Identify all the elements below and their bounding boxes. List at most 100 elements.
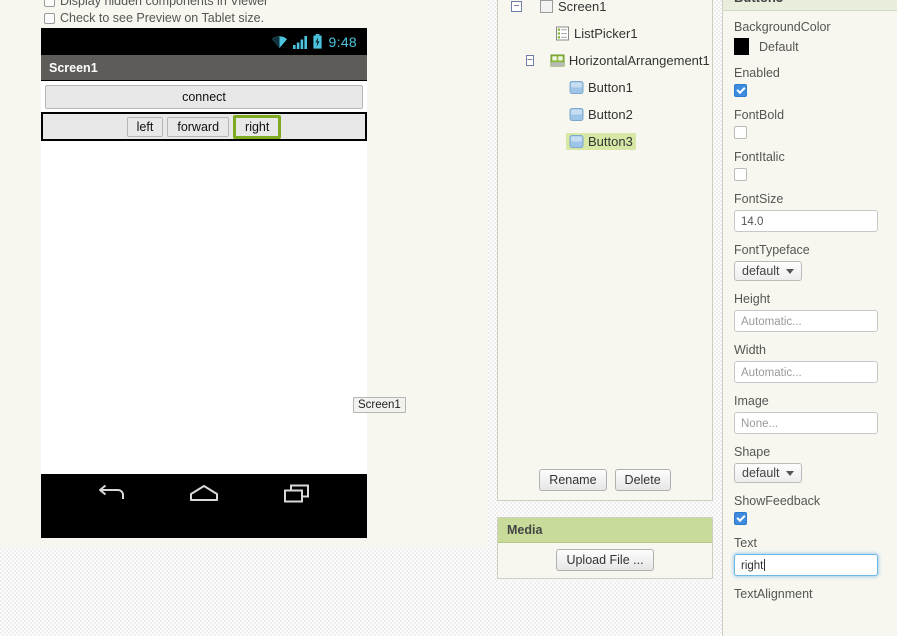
fontsize-input[interactable]: 14.0 <box>734 210 878 232</box>
tree-row-listpicker1[interactable]: ListPicker1 <box>498 20 712 47</box>
checkbox-display-hidden-components[interactable] <box>44 0 55 7</box>
checkbox-row-display-hidden[interactable]: Display hidden components in Viewer <box>0 0 268 8</box>
checkbox-tablet-preview[interactable] <box>44 12 55 24</box>
text-cursor <box>764 559 766 571</box>
tree-row-button3[interactable]: Button3 <box>498 128 712 155</box>
properties-panel-title: Button3 <box>723 0 897 11</box>
shape-dropdown[interactable]: default <box>734 463 802 483</box>
chevron-down-icon <box>785 268 794 274</box>
height-input[interactable]: Automatic... <box>734 310 878 332</box>
android-status-bar: 9:48 <box>41 28 367 55</box>
phone-mockup: 9:48 Screen1 connect left forward right <box>41 28 367 538</box>
signal-bars-icon <box>292 35 307 49</box>
property-label-fonttypeface: FontTypeface <box>734 243 810 257</box>
background-color-picker[interactable]: Default <box>734 38 886 55</box>
text-input[interactable]: right <box>734 554 878 576</box>
tree-node-screen1[interactable]: Screen1 <box>536 0 609 15</box>
screen1-tooltip: Screen1 <box>353 397 406 413</box>
tree-label-button1: Button1 <box>588 80 633 95</box>
property-label-height: Height <box>734 292 771 306</box>
preview-button-right-selected[interactable]: right <box>233 114 282 139</box>
delete-button[interactable]: Delete <box>614 469 671 491</box>
fonttypeface-value: default <box>742 264 780 278</box>
back-icon[interactable] <box>96 483 126 505</box>
android-nav-bar <box>41 474 367 514</box>
shape-value: default <box>742 466 780 480</box>
listpicker-connect-button[interactable]: connect <box>45 85 363 109</box>
recents-icon[interactable] <box>282 483 312 505</box>
property-shape: Shape default <box>734 445 886 483</box>
enabled-checkbox[interactable] <box>734 84 747 97</box>
horizontal-arrangement-preview[interactable]: left forward right <box>41 112 367 141</box>
property-label-background-color: BackgroundColor <box>734 20 831 34</box>
properties-list: BackgroundColor Default Enabled FontBold… <box>723 11 897 576</box>
checkbox-label-display-hidden: Display hidden components in Viewer <box>60 0 269 8</box>
media-panel: Media Upload File ... <box>497 517 713 579</box>
preview-button-forward[interactable]: forward <box>167 116 230 137</box>
preview-button-left[interactable]: left <box>126 116 164 137</box>
screen-title-bar: Screen1 <box>41 55 367 81</box>
components-panel: − Screen1 ListPicker1 − HorizontalArrang… <box>497 0 713 501</box>
property-label-enabled: Enabled <box>734 66 780 80</box>
property-label-shape: Shape <box>734 445 771 459</box>
rename-button[interactable]: Rename <box>539 469 607 491</box>
showfeedback-checkbox[interactable] <box>734 512 747 525</box>
property-label-fontitalic: FontItalic <box>734 150 785 164</box>
fonttypeface-dropdown[interactable]: default <box>734 261 802 281</box>
color-swatch[interactable] <box>734 38 749 55</box>
checkbox-label-tablet-preview: Check to see Preview on Tablet size. <box>60 11 265 25</box>
property-enabled: Enabled <box>734 66 886 97</box>
property-background-color: BackgroundColor Default <box>734 20 886 55</box>
tree-label-button2: Button2 <box>588 107 633 122</box>
tree-node-button1[interactable]: Button1 <box>566 79 636 96</box>
image-input[interactable]: None... <box>734 412 878 434</box>
width-input[interactable]: Automatic... <box>734 361 878 383</box>
tree-label-screen1: Screen1 <box>558 0 607 14</box>
tree-row-button2[interactable]: Button2 <box>498 101 712 128</box>
fontbold-checkbox[interactable] <box>734 126 747 139</box>
fontitalic-checkbox[interactable] <box>734 168 747 181</box>
property-image: Image None... <box>734 394 886 434</box>
property-label-showfeedback: ShowFeedback <box>734 494 821 508</box>
tree-node-button3-selected[interactable]: Button3 <box>566 133 636 150</box>
listpicker-icon <box>556 26 569 41</box>
property-label-text: Text <box>734 536 757 550</box>
tree-label-button3: Button3 <box>588 134 633 149</box>
checkbox-row-tablet-preview[interactable]: Check to see Preview on Tablet size. <box>0 11 264 25</box>
property-label-fontsize: FontSize <box>734 192 784 206</box>
home-icon[interactable] <box>188 483 220 505</box>
tree-row-button1[interactable]: Button1 <box>498 74 712 101</box>
tree-node-listpicker1[interactable]: ListPicker1 <box>552 25 641 42</box>
property-fontbold: FontBold <box>734 108 886 139</box>
tree-action-buttons: Rename Delete <box>498 469 712 491</box>
property-label-width: Width <box>734 343 766 357</box>
tree-toggle-horizontalarrangement1[interactable]: − <box>526 55 534 66</box>
media-panel-title: Media <box>498 518 712 543</box>
battery-charging-icon <box>312 34 322 49</box>
form-area: connect left forward right <box>41 81 367 474</box>
property-label-fontbold: FontBold <box>734 108 785 122</box>
tree-row-screen1[interactable]: − Screen1 <box>498 0 712 20</box>
tree-node-button2[interactable]: Button2 <box>566 106 636 123</box>
tree-row-horizontalarrangement1[interactable]: − HorizontalArrangement1 <box>498 47 712 74</box>
text-input-value: right <box>741 560 764 572</box>
button-icon <box>569 81 584 94</box>
upload-file-button[interactable]: Upload File ... <box>556 549 654 571</box>
property-fontsize: FontSize 14.0 <box>734 192 886 232</box>
screen-icon <box>540 0 553 13</box>
properties-panel: Button3 BackgroundColor Default Enabled … <box>722 0 897 636</box>
property-label-textalignment: TextAlignment <box>734 587 813 601</box>
tree-label-listpicker1: ListPicker1 <box>574 26 638 41</box>
property-fontitalic: FontItalic <box>734 150 886 181</box>
property-showfeedback: ShowFeedback <box>734 494 886 525</box>
tree-toggle-screen1[interactable]: − <box>511 1 522 12</box>
form-empty-canvas[interactable] <box>41 141 367 474</box>
listpicker-wrapper: connect <box>41 81 367 112</box>
property-width: Width Automatic... <box>734 343 886 383</box>
horizontal-arrangement-icon <box>550 54 565 67</box>
viewer-panel: Display hidden components in Viewer Chec… <box>0 0 488 548</box>
tree-node-horizontalarrangement1[interactable]: HorizontalArrangement1 <box>547 52 713 69</box>
status-bar-clock: 9:48 <box>328 33 357 50</box>
chevron-down-icon <box>785 470 794 476</box>
property-label-image: Image <box>734 394 769 408</box>
